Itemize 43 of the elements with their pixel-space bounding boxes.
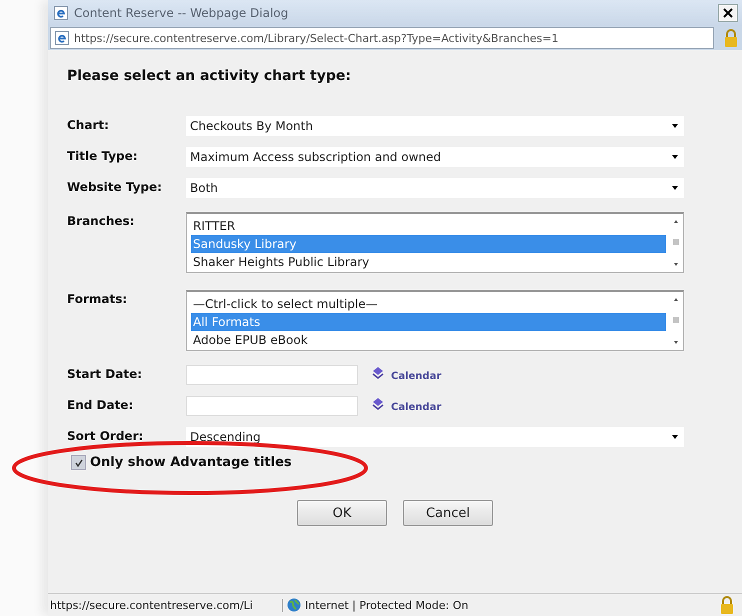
browser-icon — [54, 6, 68, 20]
field-label: End Date: — [67, 397, 134, 412]
checkmark-icon — [74, 458, 84, 468]
dialog-button[interactable]: Cancel — [403, 500, 493, 526]
lock-icon — [720, 596, 734, 614]
list-item[interactable]: —Ctrl-click to select multiple— — [191, 295, 666, 313]
dropdown[interactable]: Checkouts By Month — [186, 116, 684, 136]
heading: Please select an activity chart type: — [67, 68, 352, 84]
field-label: Website Type: — [67, 179, 163, 194]
window-title: Content Reserve -- Webpage Dialog — [74, 6, 290, 20]
checkbox-label: Only show Advantage titles — [90, 455, 292, 470]
list-item[interactable]: Shaker Heights Public Library — [191, 253, 666, 271]
list-item[interactable]: RITTER — [191, 217, 666, 235]
date-field[interactable] — [186, 396, 358, 416]
dialog-button[interactable]: OK — [297, 500, 387, 526]
dropdown[interactable]: Both — [186, 178, 684, 198]
close-button[interactable] — [718, 4, 738, 22]
status-url: https://secure.contentreserve.com/Li — [48, 598, 283, 612]
caret-icon — [672, 435, 678, 439]
field-label: Start Date: — [67, 366, 144, 381]
field-label: Sort Order: — [67, 428, 144, 443]
list-item[interactable]: Adobe EPUB eBook — [191, 331, 666, 349]
field-label: Formats: — [67, 291, 128, 306]
close-icon — [723, 8, 733, 18]
date-field[interactable] — [186, 365, 358, 385]
field-label: Branches: — [67, 213, 136, 228]
caret-icon — [672, 186, 678, 190]
lock-icon — [724, 29, 738, 47]
dropdown[interactable]: Descending — [186, 427, 684, 447]
browser-icon — [55, 31, 69, 45]
globe-icon — [287, 598, 301, 612]
field-label: Title Type: — [67, 148, 139, 163]
caret-icon — [672, 155, 678, 159]
url-text: https://secure.contentreserve.com/Library/Select-Chart.asp?Type=Activity&Branches=1 — [74, 32, 558, 44]
checkbox[interactable] — [71, 455, 86, 470]
calendar-link[interactable]: Calendar — [391, 371, 442, 382]
calendar-icon[interactable] — [372, 366, 384, 380]
calendar-icon[interactable] — [372, 397, 384, 411]
field-label: Chart: — [67, 117, 110, 132]
caret-icon — [672, 124, 678, 128]
calendar-link[interactable]: Calendar — [391, 402, 442, 413]
status-zone: Internet | Protected Mode: On — [305, 598, 470, 612]
dropdown[interactable]: Maximum Access subscription and owned — [186, 147, 684, 167]
